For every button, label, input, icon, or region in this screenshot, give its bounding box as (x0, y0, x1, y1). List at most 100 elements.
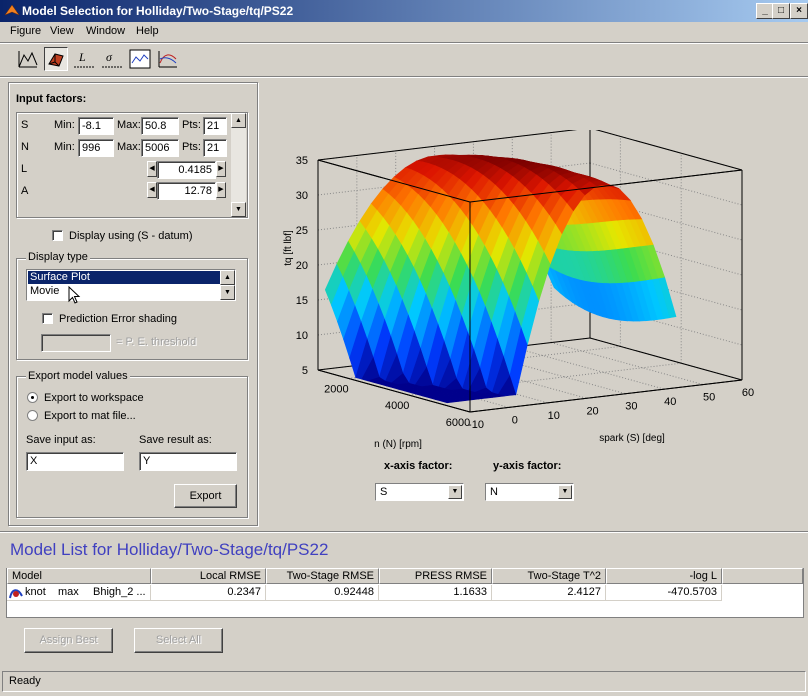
x-tick-label: 40 (664, 396, 676, 408)
list-item-movie[interactable]: Movie (28, 285, 220, 298)
col-model[interactable]: Model (7, 568, 151, 584)
scroll-down-button[interactable]: ▼ (231, 202, 246, 217)
export-label: Export model values (26, 370, 130, 382)
y-axis-factor-label: y-axis factor: (493, 460, 562, 472)
factor-a-increment-button[interactable]: ▶ (216, 182, 226, 198)
factor-a-decrement-button[interactable]: ◀ (147, 182, 157, 198)
factor-n-max-field[interactable]: 5006 (141, 139, 179, 157)
col-two-stage-rmse[interactable]: Two-Stage RMSE (266, 568, 379, 584)
list-scroll-up-button[interactable]: ▲ (220, 270, 235, 285)
pts-label-n: Pts: (182, 141, 201, 153)
save-input-label: Save input as: (26, 434, 96, 446)
factor-l-value-field[interactable]: 0.4185 (157, 161, 216, 179)
model-name: knot (25, 586, 46, 598)
status-bar: Ready (2, 671, 806, 692)
y-axis-factor-select[interactable]: N ▼ (485, 483, 574, 501)
cell-log-l[interactable]: -470.5703 (606, 585, 722, 601)
y-axis-factor-value: N (490, 486, 498, 498)
export-workspace-label: Export to workspace (44, 392, 144, 404)
residuals-icon[interactable] (128, 47, 152, 71)
status-text: Ready (9, 675, 41, 687)
grid-line (551, 342, 704, 386)
factors-scrollbar[interactable]: ▲ ▼ (231, 113, 246, 217)
x-tick-label: 60 (742, 387, 754, 399)
pts-label: Pts: (182, 119, 201, 131)
menu-figure[interactable]: Figure (10, 25, 41, 37)
table-row[interactable]: knot max Bhigh_2 ... (7, 585, 151, 601)
min-label: Min: (54, 119, 75, 131)
x-tick-label: 0 (512, 414, 518, 426)
pe-threshold-label: = P. E. threshold (116, 336, 197, 348)
factor-s-min-field[interactable]: -8.1 (78, 117, 114, 135)
save-input-field[interactable]: X (26, 452, 124, 471)
z-tick-label: 5 (302, 365, 308, 377)
close-button[interactable]: × (790, 3, 808, 19)
model-icon (9, 589, 23, 599)
col-local-rmse[interactable]: Local RMSE (151, 568, 266, 584)
chevron-down-icon[interactable]: ▼ (448, 485, 462, 499)
factor-a-value-field[interactable]: 12.78 (157, 182, 216, 200)
cell-press-rmse[interactable]: 1.1633 (379, 585, 492, 601)
list-item-surface-plot[interactable]: Surface Plot (28, 271, 220, 284)
display-datum-label: Display using (S - datum) (69, 230, 193, 242)
export-button[interactable]: Export (174, 484, 237, 508)
menu-help[interactable]: Help (136, 25, 159, 37)
cell-two-stage-t2[interactable]: 2.4127 (492, 585, 606, 601)
export-matfile-label: Export to mat file... (44, 410, 136, 422)
svg-text:L: L (78, 50, 86, 64)
maximize-button[interactable]: □ (772, 3, 790, 19)
cross-section-icon[interactable] (156, 47, 180, 71)
export-matfile-radio[interactable] (27, 410, 38, 421)
surface-plot[interactable]: 35 30 25 20 15 10 5 -10 0 10 20 30 40 50 60 2000 4000 600… (262, 130, 802, 460)
cell-two-stage-rmse[interactable]: 0.92448 (266, 585, 379, 601)
svg-text:σ: σ (106, 50, 113, 64)
menu-bar: Figure View Window Help (0, 22, 808, 42)
menu-view[interactable]: View (50, 25, 74, 37)
x-axis-factor-select[interactable]: S ▼ (375, 483, 464, 501)
factor-s-pts-field[interactable]: 21 (203, 117, 227, 135)
x-tick-label: -10 (468, 419, 484, 431)
factor-n-pts-field[interactable]: 21 (203, 139, 227, 157)
response-surface-icon[interactable] (16, 47, 40, 71)
col-log-l[interactable]: -log L (606, 568, 722, 584)
display-type-list[interactable]: Surface Plot Movie ▲ ▼ (26, 269, 236, 301)
y-tick-label: 2000 (324, 383, 348, 395)
export-workspace-radio[interactable] (27, 392, 38, 403)
axis-box-edge (595, 130, 743, 171)
factor-l-decrement-button[interactable]: ◀ (147, 161, 157, 177)
min-label-n: Min: (54, 141, 75, 153)
x-tick-label: 20 (586, 405, 598, 417)
factor-n-name: N (21, 141, 29, 153)
display-datum-checkbox[interactable] (52, 230, 63, 241)
col-two-stage-t2[interactable]: Two-Stage T^2 (492, 568, 606, 584)
save-result-field[interactable]: Y (139, 452, 237, 471)
assign-best-button[interactable]: Assign Best (24, 628, 113, 653)
list-scroll-down-button[interactable]: ▼ (220, 285, 235, 300)
x-axis-factor-label: x-axis factor: (384, 460, 453, 472)
3d-surface-icon[interactable] (44, 47, 68, 71)
factor-l-name: L (21, 163, 28, 175)
menu-window[interactable]: Window (86, 25, 125, 37)
col-press-rmse[interactable]: PRESS RMSE (379, 568, 492, 584)
cell-local-rmse[interactable]: 0.2347 (151, 585, 266, 601)
rmse-icon[interactable]: σ (100, 47, 124, 71)
scroll-up-button[interactable]: ▲ (231, 113, 246, 128)
likelihood-icon[interactable]: L (72, 47, 96, 71)
factor-l-increment-button[interactable]: ▶ (216, 161, 226, 177)
model-type: max (58, 586, 79, 598)
factor-s-name: S (21, 119, 29, 131)
save-result-label: Save result as: (139, 434, 212, 446)
col-empty (722, 568, 803, 584)
matlab-logo-icon (4, 4, 20, 16)
z-axis-label: tq [ft lbf] (283, 230, 294, 266)
chevron-down-icon[interactable]: ▼ (558, 485, 572, 499)
pe-threshold-field[interactable] (41, 334, 111, 352)
z-tick-label: 30 (296, 190, 308, 202)
pe-shading-checkbox[interactable] (42, 313, 53, 324)
y-axis-label: n (N) [rpm] (374, 439, 422, 450)
factor-s-max-field[interactable]: 50.8 (141, 117, 179, 135)
z-tick-label: 25 (296, 225, 308, 237)
factor-n-min-field[interactable]: 996 (78, 139, 114, 157)
title-bar: Model Selection for Holliday/Two-Stage/t… (0, 0, 808, 22)
select-all-button[interactable]: Select All (134, 628, 223, 653)
